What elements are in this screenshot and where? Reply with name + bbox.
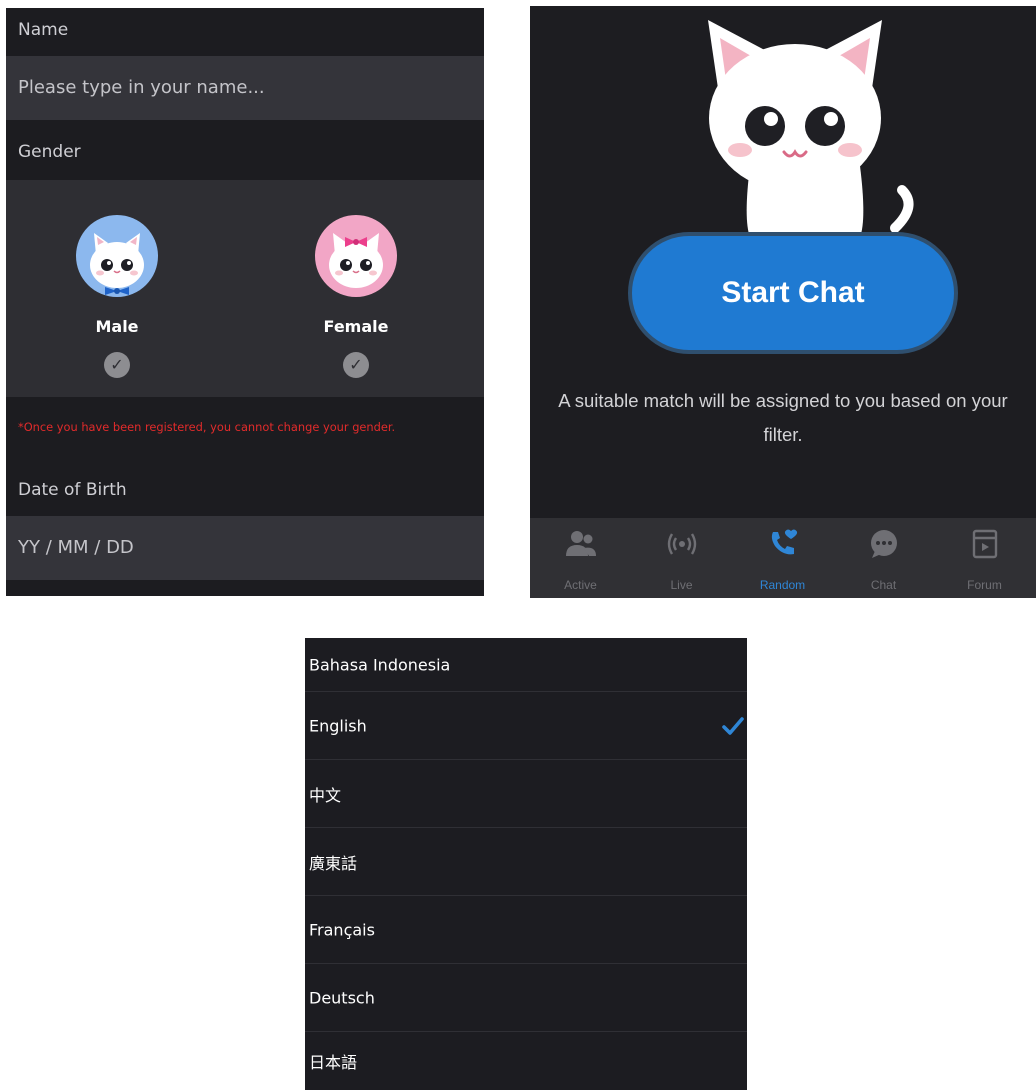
phone-heart-icon	[771, 529, 798, 555]
cat-mascot-icon	[708, 20, 914, 246]
language-item[interactable]: Français	[305, 896, 747, 964]
language-item[interactable]: 廣東話	[305, 828, 747, 896]
language-item[interactable]: 日本語	[305, 1032, 747, 1090]
language-item[interactable]: Bahasa Indonesia	[305, 638, 747, 692]
match-description: A suitable match will be assigned to you…	[558, 390, 1008, 445]
random-chat-panel: Start Chat A suitable match will be assi…	[530, 6, 1036, 598]
language-item[interactable]: 中文	[305, 760, 747, 828]
registration-panel: Name Please type in your name... Gender	[6, 8, 484, 596]
chat-bubble-icon	[871, 530, 897, 558]
gender-label: Gender	[18, 142, 81, 162]
people-icon	[566, 531, 596, 556]
female-label: Female	[323, 317, 389, 336]
gender-selector: Male ✓ Female ✓	[6, 180, 484, 397]
dob-label: Date of Birth	[18, 480, 127, 500]
language-list: Bahasa Indonesia English 中文 廣東話 Français…	[305, 638, 747, 1090]
nav-random[interactable]: Random	[732, 518, 833, 598]
name-label: Name	[18, 20, 69, 40]
female-avatar-icon[interactable]	[315, 215, 397, 297]
nav-live[interactable]: Live	[631, 518, 732, 598]
start-chat-button[interactable]: Start Chat	[628, 232, 958, 354]
checkmark-icon	[722, 716, 744, 735]
dob-input[interactable]: YY / MM / DD	[6, 516, 484, 580]
male-check-icon[interactable]: ✓	[104, 352, 130, 378]
language-item-selected[interactable]: English	[305, 692, 747, 760]
gender-warning: *Once you have been registered, you cann…	[18, 420, 396, 434]
nav-chat[interactable]: Chat	[833, 518, 934, 598]
female-check-icon[interactable]: ✓	[343, 352, 369, 378]
bottom-navbar: Active Live Random Chat Forum	[530, 518, 1036, 598]
forum-icon	[972, 529, 998, 559]
name-input[interactable]: Please type in your name...	[6, 56, 484, 120]
male-avatar-icon[interactable]	[76, 215, 158, 297]
nav-active[interactable]: Active	[530, 518, 631, 598]
nav-forum[interactable]: Forum	[934, 518, 1035, 598]
male-label: Male	[95, 317, 139, 336]
language-item[interactable]: Deutsch	[305, 964, 747, 1032]
broadcast-icon	[667, 533, 697, 555]
